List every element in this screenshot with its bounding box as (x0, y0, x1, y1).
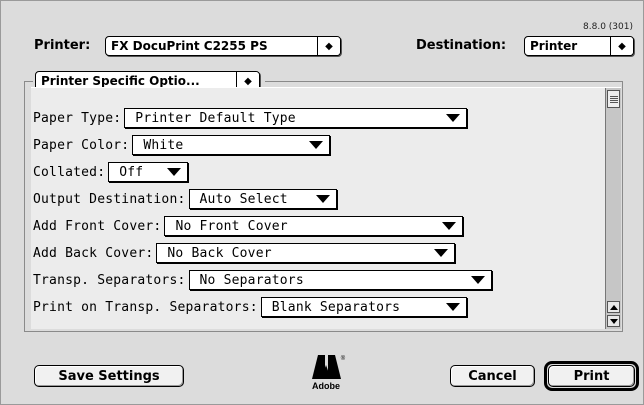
scroll-thumb[interactable] (607, 90, 620, 108)
triangle-down-icon (446, 114, 461, 122)
back-cover-select[interactable]: No Back Cover (156, 243, 456, 263)
option-label: Paper Type: (33, 110, 122, 126)
option-value: Auto Select (199, 191, 288, 207)
up-down-arrows-icon: ◆ (317, 37, 340, 55)
scroll-down-arrow-icon[interactable] (607, 315, 620, 327)
option-value: No Front Cover (175, 218, 288, 234)
triangle-down-icon (445, 303, 460, 311)
triangle-down-icon (434, 249, 449, 257)
option-value: Off (119, 164, 144, 180)
option-label: Add Back Cover: (33, 245, 154, 261)
option-row-collated: Collated: Off (33, 162, 189, 182)
triangle-down-icon (315, 195, 330, 203)
output-destination-select[interactable]: Auto Select (188, 189, 337, 209)
triangle-down-icon (442, 222, 457, 230)
option-row-paper-color: Paper Color: White (33, 135, 331, 155)
option-label: Print on Transp. Separators: (33, 299, 258, 315)
destination-popup[interactable]: Printer ◆ (524, 36, 634, 56)
registered-mark: ® (341, 355, 346, 362)
print-dialog: 8.8.0 (301) Printer: FX DocuPrint C2255 … (0, 0, 644, 405)
up-down-arrows-icon: ◆ (610, 37, 633, 55)
option-label: Add Front Cover: (33, 218, 162, 234)
cancel-button[interactable]: Cancel (450, 365, 535, 387)
print-on-separators-select[interactable]: Blank Separators (260, 297, 467, 317)
scroll-up-arrow-icon[interactable] (607, 301, 620, 313)
printer-value: FX DocuPrint C2255 PS (111, 39, 268, 53)
option-value: White (143, 137, 184, 153)
destination-label: Destination: (416, 38, 507, 53)
save-settings-button[interactable]: Save Settings (34, 365, 184, 387)
collated-select[interactable]: Off (108, 162, 189, 182)
vertical-scrollbar[interactable] (605, 88, 621, 329)
print-button[interactable]: Print (548, 365, 635, 387)
options-scroll-pane[interactable]: Paper Type: Printer Default Type Paper C… (31, 87, 621, 329)
option-value: Printer Default Type (135, 110, 296, 126)
option-row-back-cover: Add Back Cover: No Back Cover (33, 243, 456, 263)
version-label: 8.8.0 (301) (583, 22, 633, 32)
paper-color-select[interactable]: White (132, 135, 331, 155)
option-label: Transp. Separators: (33, 272, 186, 288)
option-label: Paper Color: (33, 137, 130, 153)
option-value: No Back Cover (167, 245, 272, 261)
front-cover-select[interactable]: No Front Cover (164, 216, 464, 236)
panel-value: Printer Specific Optio... (41, 74, 200, 88)
adobe-logo-text: Adobe (312, 381, 340, 391)
option-label: Output Destination: (33, 191, 186, 207)
adobe-logo: Adobe ® (312, 355, 346, 391)
triangle-down-icon (167, 168, 182, 176)
destination-value: Printer (530, 39, 578, 53)
option-row-paper-type: Paper Type: Printer Default Type (33, 108, 468, 128)
option-row-output-destination: Output Destination: Auto Select (33, 189, 337, 209)
option-value: Blank Separators (271, 299, 401, 315)
paper-type-select[interactable]: Printer Default Type (124, 108, 468, 128)
option-row-front-cover: Add Front Cover: No Front Cover (33, 216, 464, 236)
transp-separators-select[interactable]: No Separators (188, 270, 492, 290)
option-row-transp-separators: Transp. Separators: No Separators (33, 270, 492, 290)
triangle-down-icon (309, 141, 324, 149)
option-row-print-on-separators: Print on Transp. Separators: Blank Separ… (33, 297, 467, 317)
triangle-down-icon (470, 276, 485, 284)
printer-popup[interactable]: FX DocuPrint C2255 PS ◆ (105, 36, 341, 56)
option-label: Collated: (33, 164, 106, 180)
option-value: No Separators (199, 272, 304, 288)
printer-label: Printer: (34, 38, 91, 53)
